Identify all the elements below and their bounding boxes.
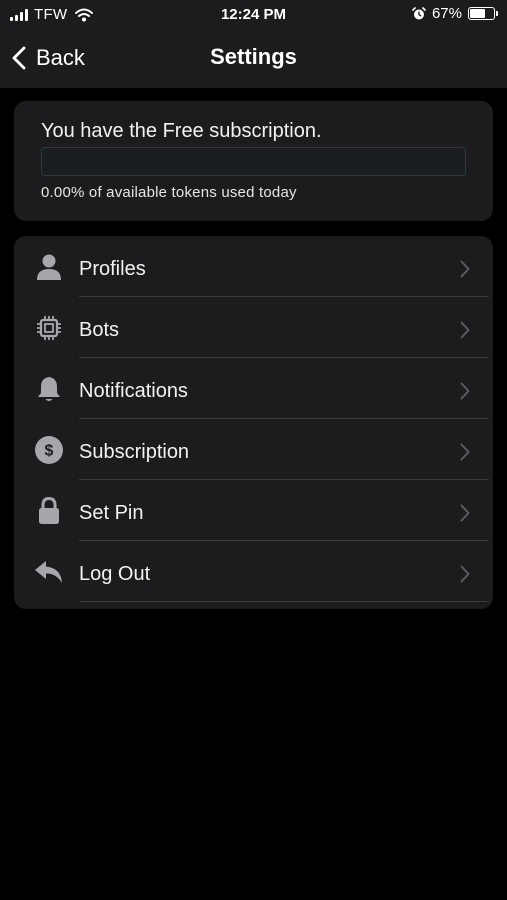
settings-item-notifications[interactable]: Notifications [14, 358, 493, 419]
settings-item-profiles[interactable]: Profiles [14, 236, 493, 297]
settings-item-set-pin[interactable]: Set Pin [14, 480, 493, 541]
chevron-right-icon [460, 321, 470, 339]
reply-arrow-icon [33, 557, 65, 587]
chevron-right-icon [460, 382, 470, 400]
settings-item-log-out[interactable]: Log Out [14, 541, 493, 602]
settings-item-label: Set Pin [79, 502, 144, 524]
battery-level-fill [470, 9, 486, 18]
chevron-right-icon [460, 565, 470, 583]
settings-list: Profiles Bots Notifications $ Subscripti… [14, 236, 493, 609]
svg-text:$: $ [45, 443, 54, 460]
chevron-right-icon [460, 504, 470, 522]
chevron-right-icon [460, 260, 470, 278]
status-bar: TFW 12:24 PM 67% [0, 0, 507, 30]
battery-icon [468, 7, 498, 20]
page-title: Settings [210, 44, 297, 69]
person-icon [33, 252, 65, 282]
settings-screen: TFW 12:24 PM 67% Back Settings You have … [0, 0, 507, 900]
navigation-bar: Back Settings [0, 30, 507, 88]
subscription-status-text: You have the Free subscription. [41, 120, 322, 142]
alarm-icon [412, 6, 426, 19]
chip-icon [33, 313, 65, 343]
settings-item-bots[interactable]: Bots [14, 297, 493, 358]
settings-item-label: Bots [79, 319, 120, 341]
token-usage-text: 0.00% of available tokens used today [41, 184, 297, 201]
chevron-right-icon [460, 443, 470, 461]
dollar-icon: $ [33, 435, 65, 465]
settings-item-label: Notifications [79, 380, 188, 402]
battery-percent: 67% [431, 5, 462, 22]
subscription-card: You have the Free subscription. 0.00% of… [14, 101, 493, 221]
token-usage-progress-bar [41, 147, 466, 176]
settings-item-subscription[interactable]: $ Subscription [14, 419, 493, 480]
status-bar-right: 67% [412, 5, 498, 22]
settings-item-label: Log Out [79, 563, 151, 585]
settings-item-label: Subscription [79, 441, 190, 463]
lock-icon [33, 496, 65, 526]
bell-icon [33, 374, 65, 404]
row-divider [79, 601, 489, 602]
settings-item-label: Profiles [79, 258, 146, 280]
